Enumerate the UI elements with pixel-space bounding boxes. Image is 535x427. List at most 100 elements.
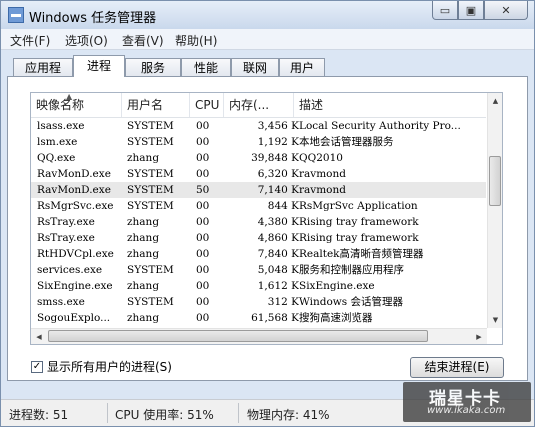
user-name-cell: zhang — [127, 280, 160, 292]
window-controls: ▭ ▣ ✕ — [432, 1, 528, 20]
status-divider — [238, 403, 239, 423]
table-row[interactable]: SixEngine.exe zhang 00 1,612 K SixEngine.exe — [31, 278, 486, 294]
watermark-url: www.ikaka.com — [427, 405, 506, 416]
process-name-cell: RsTray.exe — [37, 232, 95, 244]
scroll-right-arrow-icon[interactable]: ▶ — [471, 329, 487, 344]
process-name-cell: lsm.exe — [37, 136, 78, 148]
process-name-cell: SogouExplo... — [37, 312, 111, 324]
description-cell: ravmond — [299, 168, 346, 180]
cpu-cell: 50 — [196, 184, 210, 196]
menu-bar: 文件(F) 选项(O) 查看(V) 帮助(H) — [1, 29, 534, 50]
table-row[interactable]: SogouExplo... zhang 00 61,568 K 搜狗高速浏览器 — [31, 310, 486, 326]
status-cpu-usage: CPU 使用率: 51% — [115, 408, 214, 422]
table-row[interactable]: smss.exe SYSTEM 00 312 K Windows 会话管理器 — [31, 294, 486, 310]
description-cell: Local Security Authority Pro... — [299, 120, 461, 132]
tab-performance[interactable]: 性能 — [181, 58, 231, 76]
process-list[interactable]: ▲ 映像名称 用户名 CPU 内存(... 描述 lsass.exe SYSTEM… — [30, 92, 503, 345]
task-manager-window: Windows 任务管理器 ▭ ▣ ✕ 文件(F) 选项(O) 查看(V) 帮助… — [0, 0, 535, 427]
memory-cell: 7,840 K — [257, 248, 299, 260]
process-name-cell: QQ.exe — [37, 152, 76, 164]
menu-file[interactable]: 文件(F) — [10, 32, 50, 49]
menu-options[interactable]: 选项(O) — [65, 32, 108, 49]
status-process-count: 进程数: 51 — [9, 408, 69, 422]
cpu-cell: 00 — [196, 296, 210, 308]
tab-users[interactable]: 用户 — [279, 58, 325, 76]
column-cpu[interactable]: CPU — [190, 93, 224, 117]
cpu-cell: 00 — [196, 312, 210, 324]
memory-cell: 39,848 K — [251, 152, 299, 164]
table-row[interactable]: RavMonD.exe SYSTEM 00 6,320 Kravmond — [31, 166, 486, 182]
scroll-up-arrow-icon[interactable]: ▲ — [488, 93, 502, 109]
minimize-icon: ▭ — [439, 3, 451, 17]
user-name-cell: SYSTEM — [127, 200, 174, 212]
cpu-cell: 00 — [196, 280, 210, 292]
horizontal-scroll-thumb[interactable] — [48, 330, 428, 342]
memory-cell: 4,380 K — [257, 216, 299, 228]
user-name-cell: zhang — [127, 248, 160, 260]
cpu-cell: 00 — [196, 216, 210, 228]
user-name-cell: SYSTEM — [127, 264, 174, 276]
table-row[interactable]: RtHDVCpl.exe zhang 00 7,840 K Realtek高清晰音频管理… — [31, 246, 486, 262]
process-name-cell: RtHDVCpl.exe — [37, 248, 114, 260]
horizontal-scrollbar[interactable]: ◀ ▶ — [31, 328, 487, 344]
close-button[interactable]: ✕ — [484, 1, 528, 20]
description-cell: Rising tray framework — [299, 216, 419, 228]
scroll-down-arrow-icon[interactable]: ▼ — [488, 312, 502, 328]
scroll-left-arrow-icon[interactable]: ◀ — [31, 329, 47, 344]
process-name-cell: services.exe — [37, 264, 103, 276]
user-name-cell: SYSTEM — [127, 120, 174, 132]
user-name-cell: SYSTEM — [127, 184, 174, 196]
maximize-button[interactable]: ▣ — [458, 1, 484, 20]
table-row[interactable]: lsm.exe SYSTEM 00 1,192 K 本地会话管理器服务 — [31, 134, 486, 150]
watermark-overlay: 瑞星卡卡 www.ikaka.com — [403, 382, 531, 422]
process-name-cell: lsass.exe — [37, 120, 85, 132]
user-name-cell: zhang — [127, 232, 160, 244]
tab-applications[interactable]: 应用程序 — [13, 58, 73, 93]
show-all-users-checkbox[interactable]: ✓ — [31, 360, 43, 373]
table-row[interactable]: lsass.exe SYSTEM 00 3,456 K Local Security A… — [31, 118, 486, 134]
end-process-button[interactable]: 结束进程(E) — [410, 357, 504, 378]
process-name-cell: SixEngine.exe — [37, 280, 113, 292]
process-rows: lsass.exe SYSTEM 00 3,456 K Local Security A… — [31, 118, 486, 342]
description-cell: 搜狗高速浏览器 — [299, 312, 373, 324]
memory-cell: 61,568 K — [251, 312, 299, 324]
memory-cell: 4,860 K — [257, 232, 299, 244]
column-description[interactable]: 描述 — [294, 93, 486, 117]
show-all-users-option[interactable]: ✓ 显示所有用户的进程(S) — [31, 358, 172, 375]
minimize-button[interactable]: ▭ — [432, 1, 458, 20]
user-name-cell: SYSTEM — [127, 296, 174, 308]
maximize-icon: ▣ — [465, 3, 477, 17]
tab-services[interactable]: 服务 — [125, 58, 181, 76]
cpu-cell: 00 — [196, 200, 210, 212]
menu-view[interactable]: 查看(V) — [122, 32, 164, 49]
menu-help[interactable]: 帮助(H) — [175, 32, 217, 49]
table-row[interactable]: RsTray.exe zhang 00 4,860 K Rising tray fram… — [31, 230, 486, 246]
memory-cell: 7,140 K — [257, 184, 299, 196]
status-physical-memory: 物理内存: 41% — [247, 408, 330, 422]
process-name-cell: smss.exe — [37, 296, 85, 308]
vertical-scroll-thumb[interactable] — [489, 156, 501, 206]
description-cell: ravmond — [299, 184, 346, 196]
description-cell: Windows 会话管理器 — [299, 296, 403, 308]
tab-networking[interactable]: 联网 — [231, 58, 279, 76]
tab-processes[interactable]: 进程 — [73, 55, 125, 77]
cpu-cell: 00 — [196, 152, 210, 164]
column-image-name[interactable]: ▲ 映像名称 — [31, 93, 122, 117]
title-bar[interactable]: Windows 任务管理器 ▭ ▣ ✕ — [1, 1, 534, 29]
table-row[interactable]: RavMonD.exe SYSTEM 50 7,140 Kravmond — [31, 182, 486, 198]
user-name-cell: SYSTEM — [127, 136, 174, 148]
description-cell: Realtek高清晰音频管理器 — [299, 248, 424, 260]
column-memory[interactable]: 内存(... — [224, 93, 294, 117]
memory-cell: 3,456 K — [257, 120, 299, 132]
table-row[interactable]: QQ.exe zhang 00 39,848 K QQ2010 — [31, 150, 486, 166]
table-row[interactable]: RsMgrSvc.exe SYSTEM 00 844 K RsMgrSvc Applic… — [31, 198, 486, 214]
column-user-name[interactable]: 用户名 — [122, 93, 190, 117]
cpu-cell: 00 — [196, 136, 210, 148]
vertical-scrollbar[interactable]: ▲ ▼ — [487, 93, 502, 328]
table-row[interactable]: services.exe SYSTEM 00 5,048 K 服务和控制器应用程序 — [31, 262, 486, 278]
user-name-cell: zhang — [127, 312, 160, 324]
status-divider — [107, 403, 108, 423]
table-row[interactable]: RsTray.exe zhang 00 4,380 K Rising tray fram… — [31, 214, 486, 230]
process-name-cell: RsMgrSvc.exe — [37, 200, 114, 212]
process-name-cell: RavMonD.exe — [37, 168, 111, 180]
